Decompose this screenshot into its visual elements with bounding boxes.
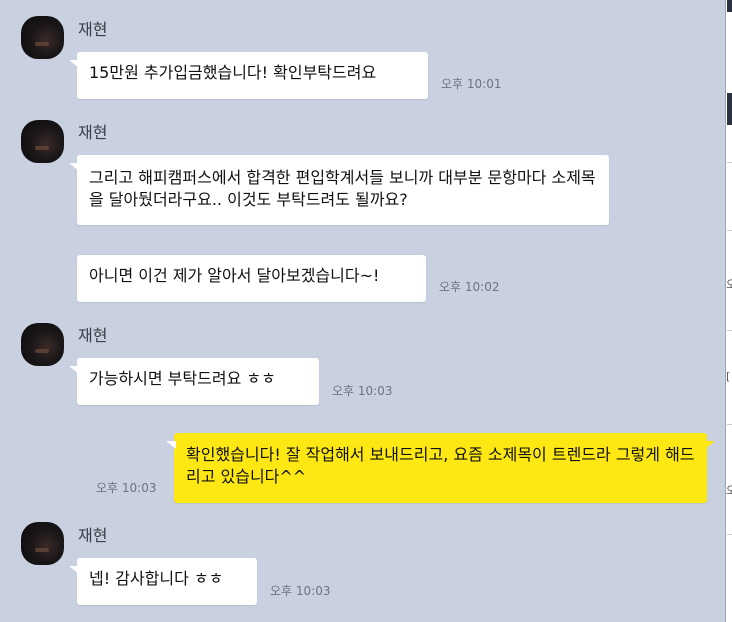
message-bubble[interactable]: 아니면 이건 제가 알아서 달아보겠습니다~! (77, 255, 426, 302)
adjacent-window-edge: 오 [ 오 (725, 0, 732, 622)
edge-dark-mark (727, 93, 732, 125)
message-time: 오후 10:03 (332, 384, 393, 398)
edge-divider (727, 162, 732, 163)
edge-text: [ (726, 370, 731, 383)
edge-divider (727, 534, 732, 535)
chat-area: 재현 15만원 추가입금했습니다! 확인부탁드려요 오후 10:01 재현 그리… (0, 0, 725, 622)
message-bubble[interactable]: 그리고 해피캠퍼스에서 합격한 편입학계서들 보니까 대부분 문항마다 소제목을… (69, 155, 609, 225)
edge-divider (727, 424, 732, 425)
message-bubble[interactable]: 넵! 감사합니다 ㅎㅎ (69, 558, 257, 605)
message-time: 오후 10:02 (439, 280, 500, 294)
message-time: 오후 10:01 (441, 77, 502, 91)
message-time: 오후 10:03 (270, 584, 331, 598)
my-message-bubble[interactable]: 확인했습니다! 잘 작업해서 보내드리고, 요즘 소제목이 트렌드라 그렇게 해… (166, 433, 715, 503)
avatar[interactable] (21, 522, 64, 565)
edge-dark-mark (727, 0, 732, 12)
message-time: 오후 10:03 (96, 481, 157, 495)
message-bubble[interactable]: 15만원 추가입금했습니다! 확인부탁드려요 (69, 52, 428, 99)
edge-text: 오 (726, 484, 732, 497)
sender-name: 재현 (78, 326, 108, 345)
edge-divider (727, 230, 732, 231)
sender-name: 재현 (78, 526, 108, 545)
sender-name: 재현 (78, 20, 108, 39)
avatar[interactable] (21, 323, 64, 366)
edge-divider (727, 330, 732, 331)
edge-text: 오 (726, 278, 732, 291)
avatar[interactable] (21, 120, 64, 163)
sender-name: 재현 (78, 123, 108, 142)
message-bubble[interactable]: 가능하시면 부탁드려요 ㅎㅎ (69, 358, 319, 405)
avatar[interactable] (21, 16, 64, 59)
